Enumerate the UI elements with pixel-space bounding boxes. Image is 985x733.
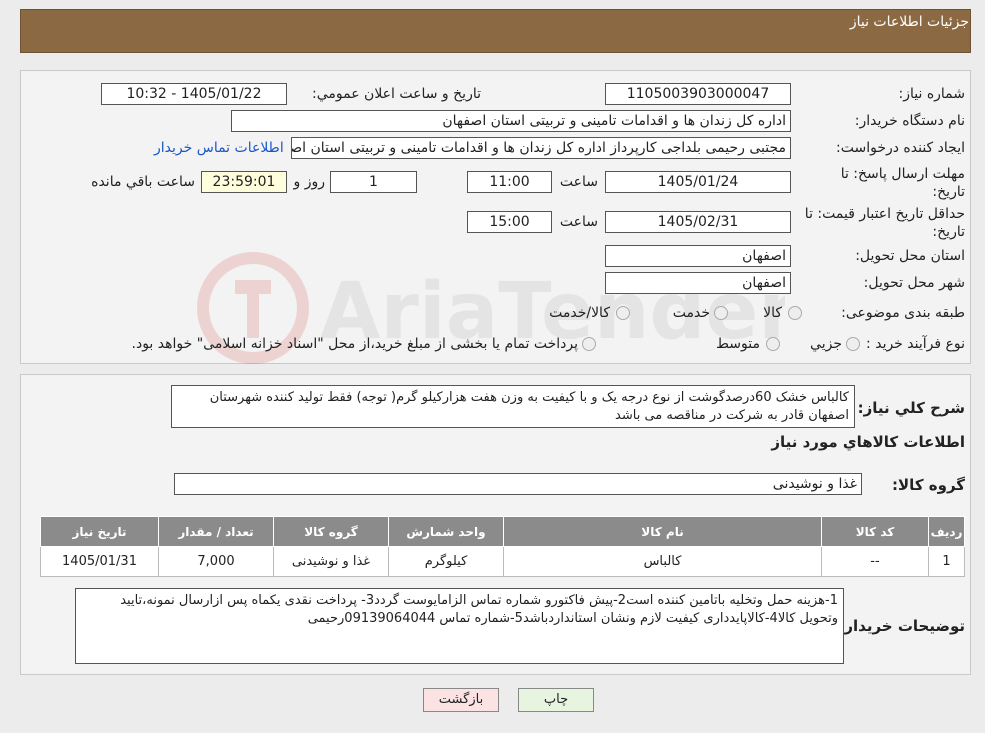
col-header-group: گروه کالا [273,516,389,547]
creator-field: مجتبی رحیمی بلداجی کارپرداز اداره کل زند… [291,137,791,159]
cell-date: 1405/01/31 [40,546,159,577]
need-number-label: شماره نیاز: [898,86,966,102]
process-radio-medium[interactable] [766,337,780,351]
col-header-date: تاریخ نیاز [40,516,159,547]
deadline-time-label: ساعت [559,174,598,190]
cell-code: -- [821,546,929,577]
validity-time-field: 15:00 [467,211,552,233]
validity-label: حداقل تاریخ اعتبار قیمت: تا [804,206,965,222]
deadline-time-field: 11:00 [467,171,552,193]
buyer-field: اداره کل زندان ها و اقدامات تامینی و ترب… [231,110,791,132]
buyer-notes-label: توضیحات خریدار: [838,617,965,635]
process-option-medium: متوسط [716,336,760,352]
col-header-unit: واحد شمارش [388,516,504,547]
province-field: اصفهان [605,245,791,267]
goods-group-field: غذا و نوشیدنی [174,473,862,495]
buyer-contact-link[interactable]: اطلاعات تماس خریدار [154,140,284,156]
process-radio-treasury[interactable] [582,337,596,351]
back-button[interactable]: بازگشت [423,688,499,712]
creator-label: ایجاد کننده درخواست: [836,140,965,156]
announce-field: 1405/01/22 - 10:32 [101,83,287,105]
cell-row-num: 1 [928,546,965,577]
process-note: پرداخت تمام یا بخشی از مبلغ خرید،از محل … [131,336,578,352]
col-header-quantity: تعداد / مقدار [158,516,274,547]
cell-name: کالباس [503,546,822,577]
category-radio-service[interactable] [714,306,728,320]
page-header [20,9,971,53]
category-option-goods-service: کالا/خدمت [549,305,610,321]
process-option-minor: جزیي [810,336,842,352]
table-row: 1 -- کالباس کیلوگرم غذا و نوشیدنی 7,000 … [40,546,965,577]
page-title: جزئیات اطلاعات نیاز [849,14,969,30]
deadline-label-date: تاریخ: [932,184,965,200]
cell-unit: کیلوگرم [388,546,504,577]
deadline-date-field: 1405/01/24 [605,171,791,193]
validity-time-label: ساعت [559,214,598,230]
category-radio-goods[interactable] [788,306,802,320]
process-label: نوع فرآیند خرید : [866,336,965,352]
process-radio-minor[interactable] [846,337,860,351]
province-label: استان محل تحویل: [855,248,965,264]
items-table: ردیف کد کالا نام کالا واحد شمارش گروه کا… [40,516,965,577]
category-option-goods: کالا [763,305,782,321]
items-table-container: ردیف کد کالا نام کالا واحد شمارش گروه کا… [40,516,965,577]
cell-quantity: 7,000 [158,546,274,577]
category-option-service: خدمت [672,305,710,321]
remaining-time-field: 23:59:01 [201,171,287,193]
cell-group: غذا و نوشیدنی [273,546,389,577]
goods-group-label: گروه کالا: [892,476,965,494]
table-header-row: ردیف کد کالا نام کالا واحد شمارش گروه کا… [40,516,965,547]
announce-label: تاریخ و ساعت اعلان عمومي: [312,86,481,102]
buyer-label: نام دستگاه خریدار: [854,113,965,129]
summary-textarea[interactable]: کالباس خشک 60درصدگوشت از نوع درجه یک و ب… [171,385,855,428]
col-header-row-num: ردیف [928,516,965,547]
validity-label-date: تاریخ: [932,224,965,240]
days-field: 1 [330,171,417,193]
print-button[interactable]: چاپ [518,688,594,712]
validity-date-field: 1405/02/31 [605,211,791,233]
remaining-label: ساعت باقي مانده [91,174,195,190]
col-header-code: کد کالا [821,516,929,547]
city-label: شهر محل تحویل: [863,275,965,291]
need-number-field: 1105003903000047 [605,83,791,105]
days-label: روز و [293,174,326,190]
summary-label: شرح کلي نیاز: [857,399,965,417]
goods-info-title: اطلاعات کالاهاي مورد نیاز [771,433,965,451]
col-header-name: نام کالا [503,516,822,547]
category-label: طبقه بندی موضوعی: [841,305,965,321]
city-field: اصفهان [605,272,791,294]
deadline-label: مهلت ارسال پاسخ: تا [840,166,965,182]
buyer-notes-textarea[interactable]: 1-هزینه حمل وتخلیه باتامین کننده است2-پی… [75,588,844,664]
category-radio-goods-service[interactable] [616,306,630,320]
